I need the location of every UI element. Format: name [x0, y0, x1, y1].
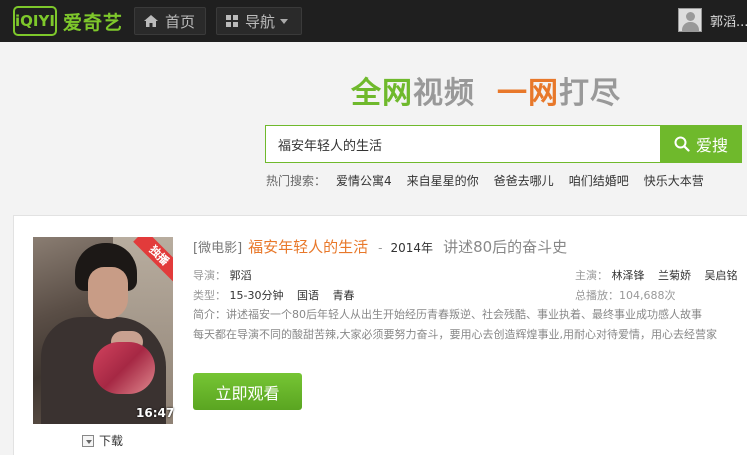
logo-text: 爱奇艺: [63, 11, 124, 34]
watch-now-button[interactable]: 立即观看: [193, 373, 302, 410]
hot-search-link[interactable]: 来自星星的你: [407, 172, 479, 189]
video-tagline: 讲述80后的奋斗史: [443, 238, 568, 256]
download-label: 下载: [99, 434, 124, 448]
logo-badge: iQIYI: [13, 6, 57, 36]
actor-link[interactable]: 兰菊娇: [658, 269, 691, 282]
release-year: 2014年: [390, 241, 434, 255]
hot-search-link[interactable]: 快乐大本营: [644, 172, 704, 189]
slogan: 全网视频 一网打尽: [351, 68, 621, 112]
video-title-link[interactable]: 福安年轻人的生活: [248, 236, 368, 257]
title-separator: -: [378, 241, 383, 255]
description-label: 简介：: [193, 308, 226, 321]
user-menu[interactable]: 郭滔...: [678, 8, 747, 32]
home-icon: [144, 15, 158, 27]
description-line: 每天都在导演不同的酸甜苦辣,大家必须要努力奋斗，要用心去创造辉煌事业,用耐心对待…: [193, 326, 717, 342]
actors-label: 主演：: [575, 269, 608, 282]
search-box: [265, 125, 662, 163]
iqiyi-logo[interactable]: iQIYI 爱奇艺: [13, 6, 123, 36]
category-row: 类型： 15-30分钟 国语 青春: [193, 287, 354, 303]
actor-link[interactable]: 吴启铭: [705, 269, 738, 282]
video-duration: 16:47: [136, 406, 175, 420]
grid-icon: [226, 15, 238, 27]
category-label: 类型：: [193, 289, 226, 302]
category-link[interactable]: 15-30分钟: [230, 289, 284, 302]
home-nav-button[interactable]: 首页: [134, 7, 206, 35]
exclusive-badge-clip: 独播: [33, 237, 173, 424]
description-line: 简介：讲述福安一个80后年轻人从出生开始经历青春叛逆、社会残酷、事业执着、最终事…: [193, 306, 702, 322]
director-label: 导演：: [193, 269, 226, 282]
description-text: 每天都在导演不同的酸甜苦辣,大家必须要努力奋斗，要用心去创造辉煌事业,用耐心对待…: [193, 328, 717, 341]
slogan-part-1: 全网: [351, 76, 413, 111]
guide-nav-label: 导航: [245, 12, 276, 31]
hot-search-link[interactable]: 爱情公寓4: [336, 172, 392, 189]
home-nav-label: 首页: [165, 12, 196, 31]
slogan-part-4: 打尽: [559, 76, 621, 111]
result-title-row: [微电影] 福安年轻人的生活 - 2014年 讲述80后的奋斗史: [193, 236, 567, 257]
chevron-down-icon: [280, 18, 289, 24]
actors-row: 主演： 林泽锋 兰菊娇 吴启铭: [575, 267, 738, 283]
download-link[interactable]: 下载: [82, 432, 123, 449]
hot-search-link[interactable]: 咱们结婚吧: [569, 172, 629, 189]
play-count: 104,688次: [619, 289, 676, 302]
hot-searches-label: 热门搜索：: [266, 174, 327, 188]
slogan-part-3: 一网: [497, 76, 559, 111]
play-count-label: 总播放：: [575, 289, 619, 302]
description-text: 讲述福安一个80后年轻人从出生开始经历青春叛逆、社会残酷、事业执着、最终事业成功…: [226, 308, 702, 321]
search-input[interactable]: [266, 126, 661, 162]
category-link[interactable]: 国语: [297, 289, 319, 302]
search-icon: [674, 136, 690, 152]
guide-nav-dropdown[interactable]: 导航: [216, 7, 302, 35]
download-icon: [82, 434, 94, 447]
search-button-label: 爱搜: [695, 136, 728, 155]
type-tag: [微电影]: [193, 241, 243, 256]
actor-link[interactable]: 林泽锋: [612, 269, 645, 282]
category-link[interactable]: 青春: [332, 289, 354, 302]
play-count-row: 总播放：104,688次: [575, 287, 676, 303]
top-navbar: iQIYI 爱奇艺 首页 导航 郭滔...: [0, 0, 747, 42]
avatar[interactable]: [678, 8, 702, 32]
hot-search-link[interactable]: 爸爸去哪儿: [494, 172, 554, 189]
director-row: 导演： 郭滔: [193, 267, 252, 283]
slogan-part-2: 视频: [413, 76, 475, 111]
director-link[interactable]: 郭滔: [230, 269, 252, 282]
hot-searches: 热门搜索： 爱情公寓4 来自星星的你 爸爸去哪儿 咱们结婚吧 快乐大本营: [266, 172, 719, 189]
exclusive-badge: 独播: [133, 237, 173, 282]
user-name[interactable]: 郭滔...: [710, 11, 747, 30]
search-button[interactable]: 爱搜: [660, 125, 742, 163]
